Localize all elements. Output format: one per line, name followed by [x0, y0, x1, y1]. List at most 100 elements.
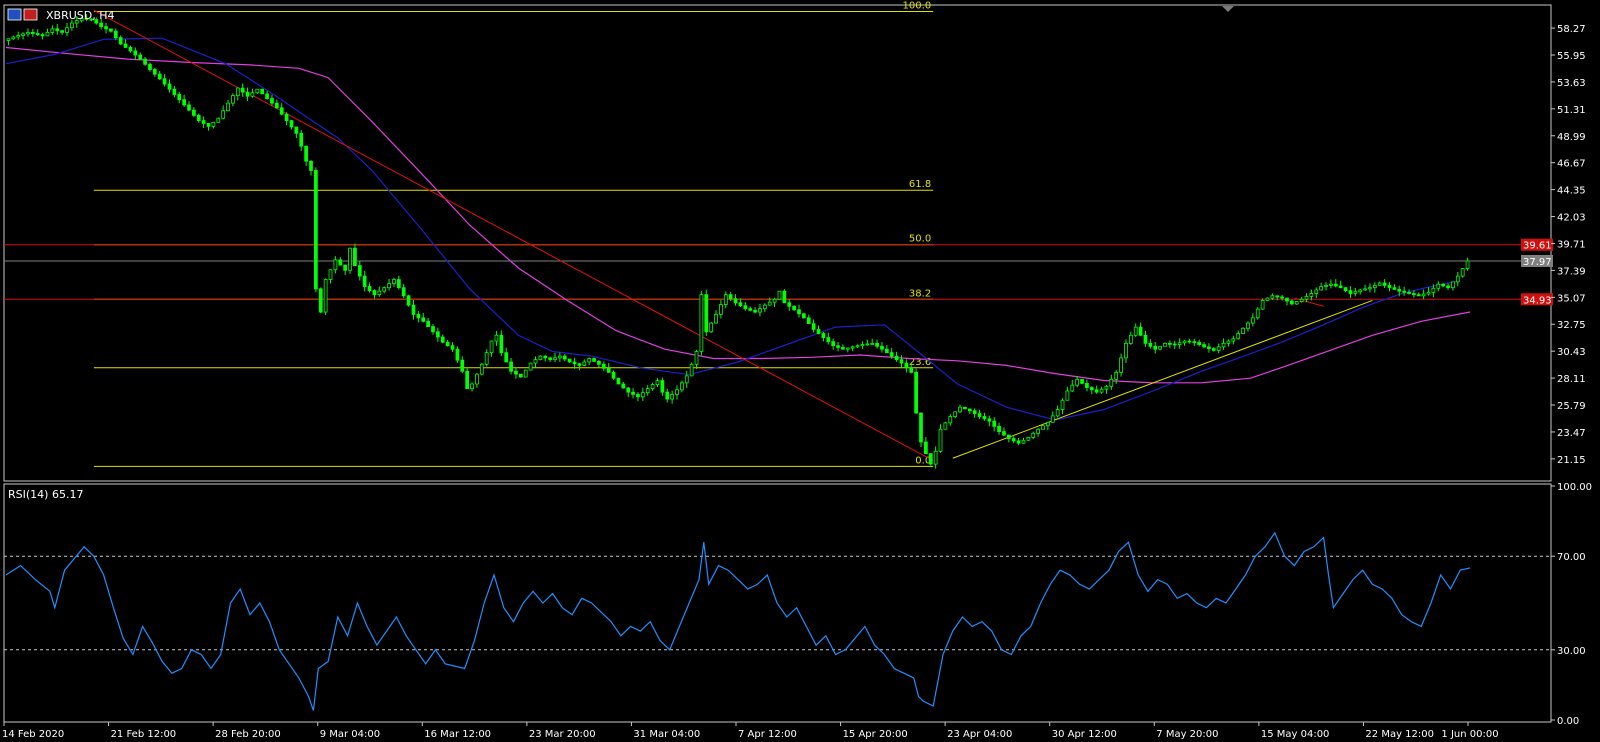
candle-body: [11, 36, 16, 40]
candle-body: [1436, 283, 1441, 289]
candle-body: [660, 380, 665, 393]
candle-body: [665, 391, 670, 400]
price-tick-label: 25.79: [1557, 401, 1586, 412]
candle-body: [1172, 343, 1177, 346]
candle-body: [1109, 378, 1114, 387]
candle-body: [924, 441, 928, 455]
trading-chart[interactable]: 100.061.850.038.223.60.0 39.6137.9734.93…: [0, 0, 1600, 742]
candle-body: [1304, 295, 1309, 300]
candle-body: [684, 375, 689, 384]
candle-body: [382, 287, 387, 292]
price-tick-label: 44.35: [1557, 186, 1586, 197]
candle-body: [1036, 428, 1040, 434]
candle-body: [1158, 345, 1162, 350]
time-tick-label: 7 May 20:00: [1156, 729, 1218, 740]
candle-body: [1329, 283, 1333, 286]
price-tick-label: 55.95: [1557, 51, 1586, 62]
candle-body: [880, 345, 884, 350]
candle-body: [562, 355, 567, 360]
candle-body: [1314, 289, 1319, 294]
candle-body: [1104, 385, 1109, 390]
candle-body: [533, 359, 538, 364]
candle-body: [201, 120, 206, 124]
candle-body: [70, 22, 74, 29]
candle-body: [128, 47, 133, 52]
candle-body: [841, 347, 845, 350]
candle-body: [1197, 341, 1202, 345]
price-tick-label: 30.43: [1557, 347, 1586, 358]
candle-body: [1119, 357, 1123, 373]
candle-body: [836, 345, 840, 348]
rsi-title: RSI(14) 65.17: [8, 488, 83, 501]
candle-body: [1070, 384, 1075, 392]
candle-body: [465, 370, 470, 390]
candle-body: [1455, 275, 1460, 283]
candle-body: [35, 33, 40, 36]
candle-body: [1465, 260, 1470, 269]
price-tick-label: 21.15: [1557, 455, 1586, 466]
candle-body: [1250, 317, 1255, 324]
candle-body: [909, 367, 914, 373]
price-tick-label: 58.27: [1557, 24, 1586, 35]
candle-body: [426, 320, 430, 327]
candle-body: [1309, 293, 1314, 297]
candle-body: [928, 453, 933, 465]
candle-body: [50, 28, 55, 33]
candle-body: [1114, 371, 1119, 380]
candle-body: [431, 326, 435, 333]
candle-body: [782, 290, 787, 304]
price-axis: 58.27 55.95 53.63 51.31 48.99 46.67 44.35 42.03…: [1551, 24, 1586, 466]
candle-body: [553, 357, 557, 361]
candle-body: [616, 377, 621, 385]
candle-body: [528, 362, 533, 371]
candle-body: [889, 352, 894, 357]
candle-body: [1392, 287, 1397, 290]
candle-body: [231, 95, 235, 104]
candle-body: [1402, 290, 1406, 293]
trendlines[interactable]: [93, 9, 1373, 462]
candle-body: [45, 31, 50, 37]
fibonacci-retracement[interactable]: 100.061.850.038.223.60.0: [93, 0, 934, 467]
candle-body: [582, 361, 587, 366]
candle-body: [211, 121, 216, 127]
candle-body: [1187, 340, 1192, 343]
candle-body: [1270, 295, 1275, 299]
candle-body: [255, 88, 260, 94]
candle-body: [865, 343, 870, 346]
candle-body: [811, 323, 816, 330]
candle-body: [884, 348, 889, 354]
candle-body: [196, 114, 201, 121]
candle-body: [558, 355, 562, 359]
price-tick-label: 32.75: [1557, 320, 1586, 331]
candle-body: [899, 359, 904, 364]
candle-body: [850, 346, 855, 349]
candle-body: [1343, 287, 1348, 291]
candle-body: [894, 355, 899, 361]
candle-body: [343, 264, 348, 271]
candle-body: [294, 126, 299, 134]
candle-body: [138, 54, 143, 60]
candle-body: [753, 309, 757, 313]
candle-body: [314, 170, 318, 290]
candle-body: [621, 383, 626, 389]
candle-body: [30, 31, 35, 34]
candle-body: [958, 406, 962, 413]
candle-body: [636, 394, 640, 398]
candle-body: [509, 361, 513, 372]
candle-body: [1265, 297, 1270, 301]
candle-body: [967, 408, 972, 412]
candle-body: [1065, 390, 1070, 401]
candle-body: [1031, 432, 1036, 438]
candle-body: [1353, 291, 1358, 294]
fib-level-label: 38.2: [909, 288, 931, 299]
candle-body: [597, 360, 601, 365]
candle-body: [318, 288, 323, 313]
flag-icon-secondary: [23, 8, 38, 21]
candle-body: [1348, 290, 1353, 294]
candle-body: [870, 342, 875, 345]
candle-body: [192, 109, 196, 116]
chart-shift-marker[interactable]: [1222, 6, 1234, 12]
candle-body: [714, 313, 718, 324]
candle-body: [406, 295, 411, 306]
candle-body: [123, 43, 128, 48]
